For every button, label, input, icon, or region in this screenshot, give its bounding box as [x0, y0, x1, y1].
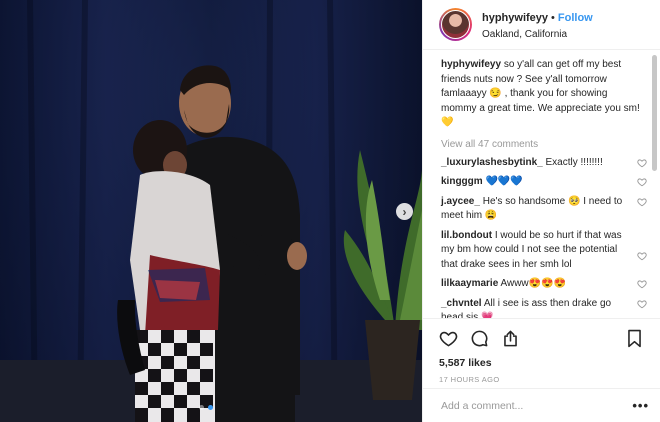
small-heart-icon[interactable]: [637, 197, 647, 207]
carousel-dot-2: [208, 405, 213, 410]
view-all-comments-link[interactable]: View all 47 comments: [441, 139, 660, 150]
comment-bubble-icon[interactable]: [470, 329, 489, 348]
action-icons: [439, 327, 643, 349]
post-details-panel: hyphywifeyy • Follow Oakland, California h…: [422, 0, 660, 422]
comment-username[interactable]: _luxurylashesbytink_: [441, 157, 543, 168]
location-link[interactable]: Oakland, California: [482, 29, 593, 42]
header-separator: •: [551, 12, 555, 25]
carousel-indicators: [199, 405, 213, 410]
comment-text: 💙💙💙: [485, 176, 523, 187]
small-heart-icon[interactable]: [637, 177, 647, 187]
header-username-link[interactable]: hyphywifeyy: [482, 12, 548, 24]
comment-item: lil.bondout I would be so hurt if that w…: [441, 229, 660, 273]
avatar[interactable]: [439, 8, 472, 41]
comment-item: j.aycee_ He's so handsome 🥺 I need to me…: [441, 195, 660, 224]
more-options-icon[interactable]: •••: [632, 398, 649, 413]
comment-input[interactable]: [441, 399, 633, 412]
post-actions: 5,587 likes 17 HOURS AGO: [423, 318, 660, 384]
post-timestamp: 17 HOURS AGO: [439, 375, 500, 384]
chevron-right-icon: ›: [402, 204, 407, 219]
comment-item: kingggm 💙💙💙: [441, 175, 660, 190]
comment-username[interactable]: kingggm: [441, 176, 483, 187]
bookmark-icon[interactable]: [626, 329, 643, 348]
like-heart-icon[interactable]: [439, 329, 458, 348]
share-icon[interactable]: [501, 329, 520, 348]
comment-text: Awww😍😍😍: [500, 278, 567, 289]
follow-button[interactable]: Follow: [558, 12, 593, 24]
comment-item: _luxurylashesbytink_ Exactly !!!!!!!!: [441, 156, 660, 171]
comment-item: lilkaaymarie Awww😍😍😍: [441, 277, 660, 292]
small-heart-icon[interactable]: [637, 299, 647, 309]
post-header: hyphywifeyy • Follow Oakland, California: [423, 0, 660, 50]
comments-list[interactable]: hyphywifeyy so y'all can get off my best…: [423, 56, 660, 318]
comment-username[interactable]: lilkaaymarie: [441, 278, 498, 289]
photo-scene: [0, 0, 422, 422]
comments-scrollbar[interactable]: [652, 55, 657, 171]
post-caption: hyphywifeyy so y'all can get off my best…: [441, 58, 660, 131]
post-photo[interactable]: ›: [0, 0, 422, 422]
comment-username[interactable]: lil.bondout: [441, 230, 492, 241]
comment-text: Exactly !!!!!!!!: [545, 156, 603, 168]
small-heart-icon[interactable]: [637, 279, 647, 289]
comment-username[interactable]: _chvntel: [441, 298, 482, 309]
post-header-text: hyphywifeyy • Follow Oakland, California: [482, 7, 593, 42]
small-heart-icon[interactable]: [637, 251, 647, 261]
carousel-dot-1: [199, 405, 204, 410]
small-heart-icon[interactable]: [637, 158, 647, 168]
likes-count[interactable]: 5,587 likes: [439, 357, 643, 369]
next-photo-button[interactable]: ›: [396, 203, 413, 220]
caption-username[interactable]: hyphywifeyy: [441, 59, 501, 70]
comment-item: _chvntel All i see is ass then drake go …: [441, 297, 660, 318]
comment-username[interactable]: j.aycee_: [441, 196, 480, 207]
add-comment-bar: •••: [423, 388, 660, 422]
